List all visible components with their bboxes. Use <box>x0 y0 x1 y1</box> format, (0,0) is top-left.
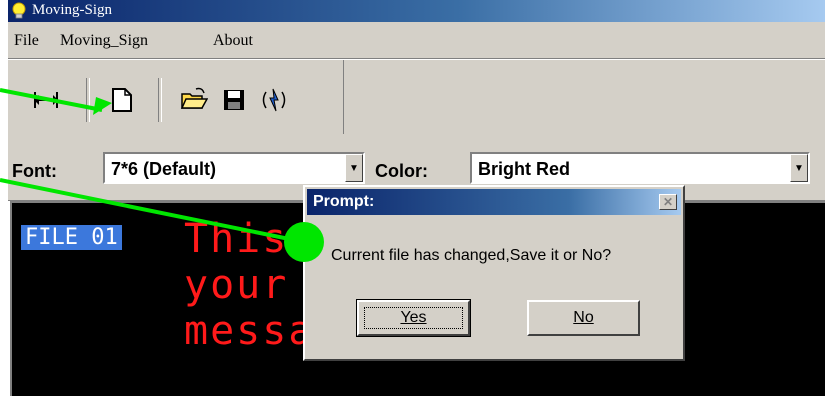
color-label: Color: <box>375 161 428 181</box>
menu-file[interactable]: File <box>14 32 39 50</box>
led-line-3: messa <box>184 308 315 354</box>
menu-moving-sign[interactable]: Moving_Sign <box>60 32 148 50</box>
color-select[interactable]: Bright Red ▼ <box>470 152 810 184</box>
led-line-1: This <box>184 216 289 262</box>
send-sign-icon[interactable] <box>260 86 288 114</box>
chevron-down-icon[interactable]: ▼ <box>790 154 808 182</box>
dialog-title: Prompt: <box>313 193 375 210</box>
dialog-message: Current file has changed,Save it or No? <box>331 247 612 264</box>
window-title: Moving-Sign <box>32 2 113 18</box>
font-select[interactable]: 7*6 (Default) ▼ <box>103 152 365 184</box>
title-bar: Moving-Sign <box>8 0 825 22</box>
font-select-value: 7*6 (Default) <box>111 159 217 179</box>
move-text-icon[interactable] <box>32 86 60 114</box>
dialog-title-bar: Prompt: ✕ <box>307 189 681 215</box>
menu-about[interactable]: About <box>213 32 253 50</box>
no-button[interactable]: No <box>527 300 640 336</box>
toolbar <box>8 59 825 138</box>
color-select-value: Bright Red <box>478 159 570 179</box>
open-folder-icon[interactable] <box>180 86 209 114</box>
menu-bar: File Moving_Sign About <box>8 22 825 59</box>
yes-button[interactable]: Yes <box>356 299 471 337</box>
new-file-icon[interactable] <box>108 86 136 114</box>
file-tag[interactable]: FILE 01 <box>21 225 122 250</box>
font-label: Font: <box>12 161 57 181</box>
save-disk-icon[interactable] <box>220 86 248 114</box>
led-line-2: your <box>184 262 289 308</box>
prompt-dialog: Prompt: ✕ Current file has changed,Save … <box>303 185 685 361</box>
close-icon[interactable]: ✕ <box>659 194 677 210</box>
chevron-down-icon[interactable]: ▼ <box>345 154 363 182</box>
